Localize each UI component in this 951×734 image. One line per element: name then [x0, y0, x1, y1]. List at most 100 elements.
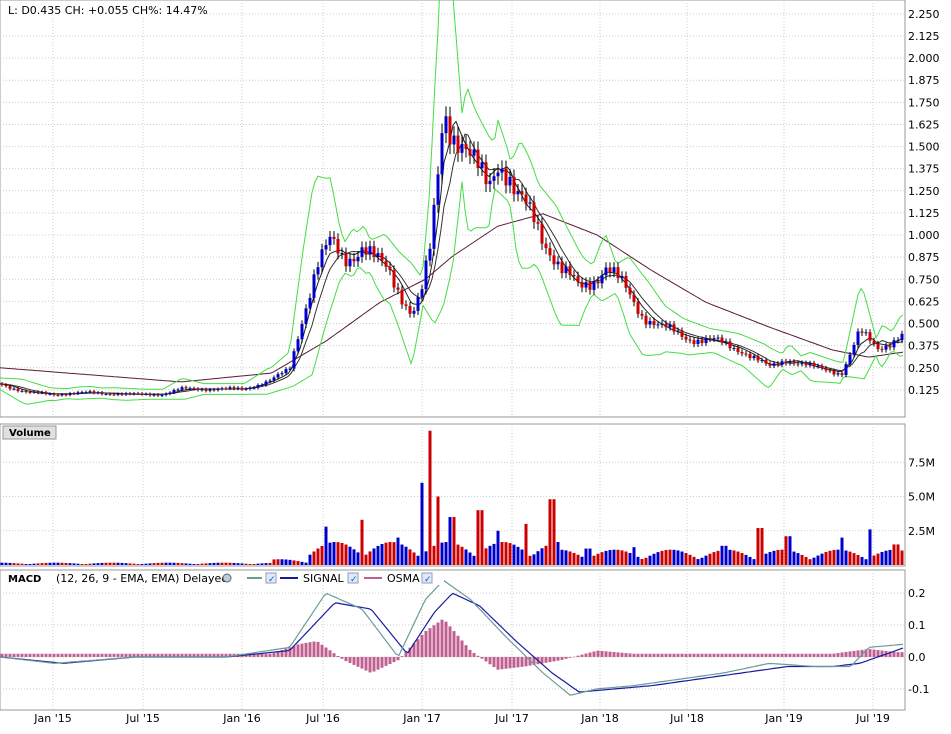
candle-body [692, 340, 696, 344]
volume-bar [164, 562, 168, 565]
candle-body [212, 389, 216, 391]
candle-body [184, 387, 188, 389]
volume-bar [756, 528, 760, 565]
volume-bar [488, 545, 492, 565]
macd-tick-label: -0.1 [908, 683, 929, 696]
candle-body [472, 149, 476, 156]
volume-bar [460, 546, 464, 565]
volume-tick-label: 2.5M [908, 525, 935, 538]
osma-bar [504, 656, 508, 669]
candle-body [228, 387, 232, 389]
osma-bar [364, 656, 368, 671]
candle-body [592, 281, 596, 290]
candle-body [652, 321, 656, 326]
candle-body [216, 389, 220, 391]
candle-body [36, 391, 40, 393]
volume-bar [416, 555, 420, 565]
candle-body [72, 393, 76, 395]
candle-body [740, 352, 744, 354]
volume-bar [496, 530, 500, 565]
osma-bar [60, 653, 64, 657]
candle-body [64, 394, 68, 396]
candle-body [476, 149, 480, 169]
volume-bar [372, 548, 376, 565]
candle-body [744, 353, 748, 355]
volume-bar [704, 555, 708, 565]
osma-bar [448, 626, 452, 657]
settings-icon[interactable] [222, 573, 232, 583]
candle-body [848, 354, 852, 365]
candle-body [504, 168, 508, 186]
volume-bar [732, 550, 736, 565]
volume-bar [412, 552, 416, 565]
osma-bar [752, 653, 756, 657]
volume-bar [524, 523, 528, 565]
volume-bar [492, 543, 496, 565]
candle-body [144, 393, 148, 395]
osma-bar [368, 656, 372, 673]
volume-bar [356, 552, 360, 565]
volume-bar [584, 548, 588, 565]
osma-bar [812, 653, 816, 657]
price-tick-label: 1.125 [908, 207, 940, 220]
candle-body [316, 267, 320, 275]
volume-bar [188, 563, 192, 565]
volume-bar [388, 542, 392, 565]
candle-body [188, 388, 192, 390]
candle-body [840, 373, 844, 376]
macd-y-axis: 0.2 0.1 0.0 -0.1 [908, 587, 929, 696]
osma-bar [872, 649, 876, 657]
osma-bar [308, 642, 312, 657]
osma-bar [4, 653, 8, 657]
candle-body [688, 339, 692, 341]
osma-bar [700, 653, 704, 657]
volume-bar [764, 553, 768, 565]
volume-bar [620, 550, 624, 565]
x-axis-label: Jul '19 [855, 712, 890, 725]
osma-bar [760, 653, 764, 657]
osma-bar [556, 656, 560, 661]
candle-body [284, 369, 288, 374]
volume-bar [636, 556, 640, 565]
volume-bar [720, 545, 724, 565]
candle-body [756, 356, 760, 361]
volume-bar [724, 545, 728, 565]
volume-bar [156, 562, 160, 565]
check-icon: ✓ [424, 575, 432, 585]
volume-bar [92, 563, 96, 565]
volume-bar [16, 563, 20, 565]
volume-bar [784, 536, 788, 565]
volume-bar [200, 563, 204, 565]
volume-bar [216, 562, 220, 565]
osma-bar [32, 653, 36, 657]
candle-body [600, 275, 604, 284]
volume-bar [256, 563, 260, 565]
price-y-axis: 2.250 2.125 2.000 1.875 1.750 1.625 1.500 1.375… [908, 8, 940, 397]
osma-bar [24, 653, 28, 657]
candle-body [644, 315, 648, 325]
candle-body [520, 191, 524, 195]
volume-bar [660, 550, 664, 565]
volume-bar [288, 559, 292, 565]
volume-bar [792, 551, 796, 565]
candle-body [328, 236, 332, 246]
candle-body [380, 253, 384, 261]
volume-bar [452, 517, 456, 565]
candle-body [776, 363, 780, 365]
osma-bar [52, 653, 56, 657]
candle-body [616, 267, 620, 279]
volume-bar [160, 562, 164, 565]
volume-tick-label: 7.5M [908, 456, 935, 469]
candle-body [708, 338, 712, 340]
candle-body [452, 135, 456, 145]
candle-body [176, 389, 180, 391]
candle-body [668, 324, 672, 328]
candle-body [308, 297, 312, 309]
osma-bar [728, 653, 732, 657]
osma-bar [456, 635, 460, 657]
osma-bar [444, 621, 448, 657]
candle-body [796, 363, 800, 365]
osma-bar [388, 656, 392, 664]
candle-body [492, 176, 496, 181]
candle-body [260, 385, 264, 387]
